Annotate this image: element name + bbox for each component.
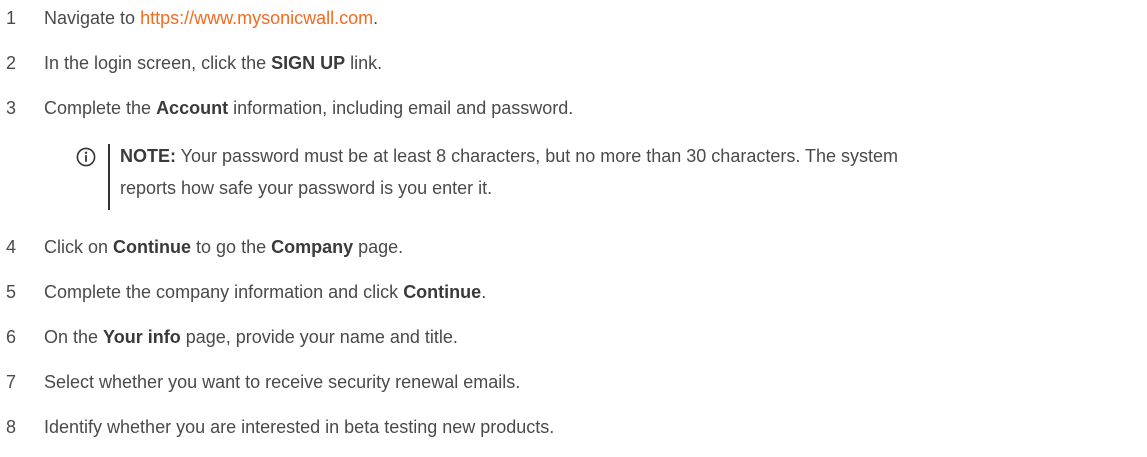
step-prefix: On the	[44, 327, 104, 347]
step-number: 6	[6, 327, 17, 347]
step-emphasis-2: Company	[271, 237, 354, 257]
step-suffix: .	[373, 8, 379, 28]
step-prefix: In the login screen, click the	[44, 53, 272, 73]
step-suffix: information, including email and passwor…	[228, 98, 574, 118]
step-text: Navigate to https://www.mysonicwall.com.	[44, 6, 378, 30]
step-suffix: page, provide your name and title.	[180, 327, 458, 347]
note-text: NOTE: Your password must be at least 8 c…	[120, 140, 898, 204]
step-middle: to go the	[191, 237, 272, 257]
step-text: In the login screen, click the SIGN UP l…	[44, 51, 382, 75]
step-text: Click on Continue to go the Company page…	[44, 235, 403, 259]
note-line-1-text: Your password must be at least 8 charact…	[176, 146, 899, 166]
step-prefix: Complete the company information and cli…	[44, 282, 404, 302]
step-number: 7	[6, 372, 17, 392]
step-prefix: Complete the	[44, 98, 157, 118]
step-number: 3	[6, 98, 17, 118]
step-text: Identify whether you are interested in b…	[44, 417, 555, 437]
step-emphasis: Your info	[103, 327, 181, 347]
step-prefix: Click on	[44, 237, 114, 257]
step-suffix: link.	[345, 53, 383, 73]
step-number: 8	[6, 417, 17, 437]
note-divider	[108, 144, 110, 210]
step-emphasis: SIGN UP	[271, 53, 346, 73]
step-emphasis: Account	[156, 98, 229, 118]
step-suffix: page.	[353, 237, 404, 257]
step-suffix: .	[481, 282, 487, 302]
step-prefix: Navigate to	[44, 8, 141, 28]
step-number: 1	[6, 8, 17, 28]
step-text: Select whether you want to receive secur…	[44, 372, 521, 392]
info-icon	[76, 147, 96, 167]
step-text: On the Your info page, provide your name…	[44, 325, 458, 349]
step-emphasis: Continue	[113, 237, 192, 257]
step-text: Complete the Account information, includ…	[44, 96, 573, 120]
mysonicwall-link[interactable]: https://www.mysonicwall.com	[140, 8, 373, 28]
note-line-2: reports how safe your password is you en…	[120, 178, 493, 198]
step-number: 4	[6, 237, 17, 257]
password-note: NOTE: Your password must be at least 8 c…	[76, 140, 1147, 212]
step-emphasis: Continue	[403, 282, 482, 302]
step-number: 5	[6, 282, 17, 302]
step-text: Complete the company information and cli…	[44, 280, 486, 304]
step-number: 2	[6, 53, 17, 73]
note-line-1: NOTE: Your password must be at least 8 c…	[120, 140, 898, 172]
note-label: NOTE:	[120, 146, 176, 166]
